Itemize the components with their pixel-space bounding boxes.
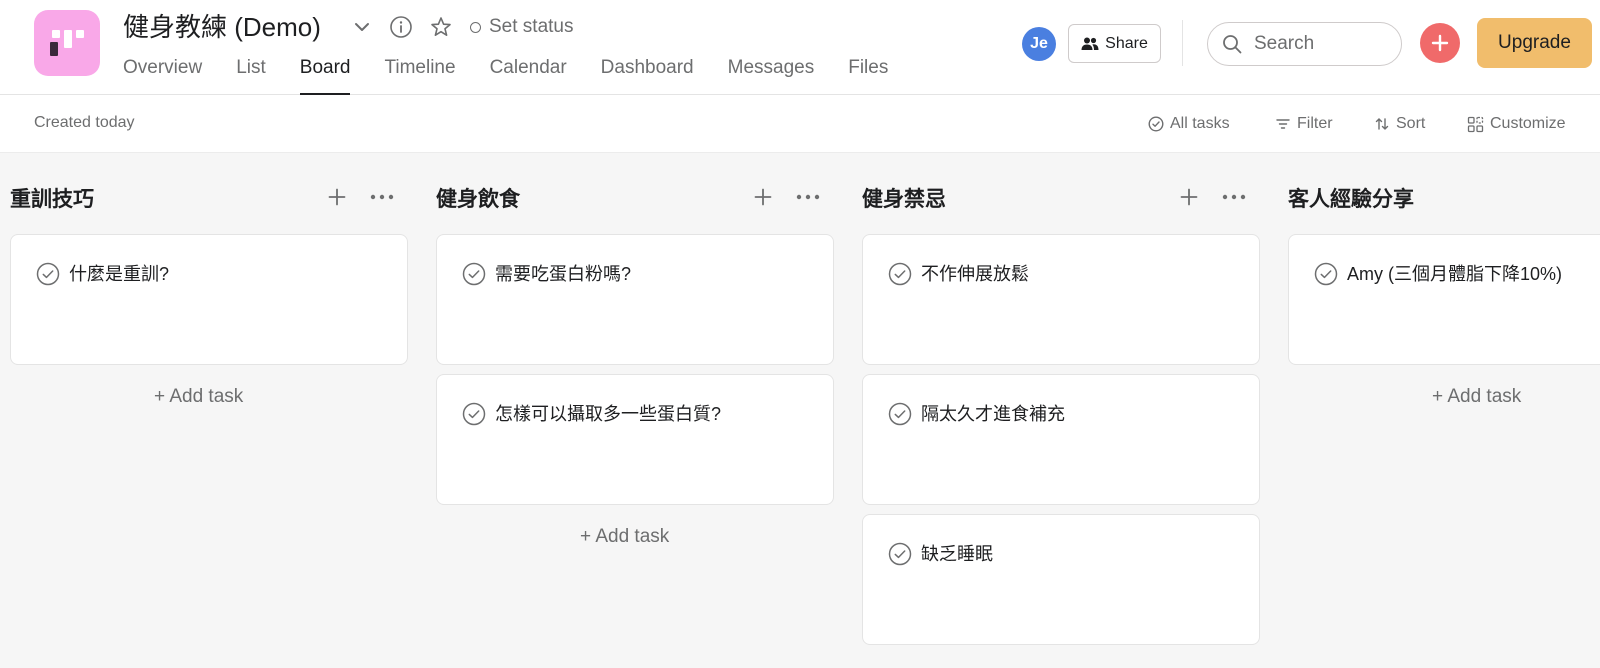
people-icon <box>1081 36 1099 52</box>
task-name: 需要吃蛋白粉嗎? <box>495 264 632 284</box>
task-name: 怎樣可以攝取多一些蛋白質? <box>495 404 722 424</box>
star-icon[interactable] <box>428 14 454 40</box>
share-label: Share <box>1105 34 1148 52</box>
tab-files[interactable]: Files <box>848 54 888 95</box>
sort-button[interactable]: Sort <box>1374 113 1425 135</box>
tab-messages[interactable]: Messages <box>728 54 815 95</box>
filter-icon <box>1275 116 1291 132</box>
add-task-plus-icon[interactable] <box>1178 186 1200 208</box>
task-name: 隔太久才進食補充 <box>921 404 1065 424</box>
column-title[interactable]: 健身禁忌 <box>862 183 946 213</box>
top-header: 健身教練 (Demo) Set status Overview List Boa… <box>0 0 1600 95</box>
customize-icon <box>1467 116 1484 133</box>
tab-dashboard[interactable]: Dashboard <box>601 54 694 95</box>
tab-board[interactable]: Board <box>299 54 350 95</box>
customize-label: Customize <box>1490 115 1566 132</box>
customize-button[interactable]: Customize <box>1467 113 1566 135</box>
board-view: 重訓技巧 什麼是重訓? + Add task 健身飲食 需要吃蛋白粉嗎? 怎樣可… <box>0 153 1600 668</box>
more-options-icon[interactable] <box>368 186 396 208</box>
info-icon[interactable] <box>388 14 414 40</box>
add-task-button[interactable]: + Add task <box>154 384 243 410</box>
task-card[interactable]: 不作伸展放鬆 <box>862 234 1260 365</box>
task-card[interactable]: 隔太久才進食補充 <box>862 374 1260 505</box>
view-toolbar: Created today All tasks Filter Sort Cust… <box>0 95 1600 153</box>
column-title[interactable]: 客人經驗分享 <box>1288 183 1414 213</box>
avatar[interactable]: Je <box>1022 27 1056 61</box>
complete-check-icon[interactable] <box>888 262 912 286</box>
column-title[interactable]: 健身飲食 <box>436 183 520 213</box>
filter-button[interactable]: Filter <box>1275 113 1333 135</box>
tab-calendar[interactable]: Calendar <box>490 54 567 95</box>
task-name: Amy (三個月體脂下降10%) <box>1347 264 1563 284</box>
board-column: 健身飲食 需要吃蛋白粉嗎? 怎樣可以攝取多一些蛋白質? + Add task <box>436 153 834 668</box>
tab-timeline[interactable]: Timeline <box>384 54 455 95</box>
filter-label: Filter <box>1297 115 1333 132</box>
create-button[interactable] <box>1420 23 1460 63</box>
complete-check-icon[interactable] <box>462 262 486 286</box>
more-options-icon[interactable] <box>1220 186 1248 208</box>
project-title[interactable]: 健身教練 (Demo) <box>123 8 321 46</box>
created-text: Created today <box>34 114 135 131</box>
task-name: 不作伸展放鬆 <box>921 264 1029 284</box>
task-name: 什麼是重訓? <box>69 264 170 284</box>
plus-icon <box>1431 34 1449 52</box>
project-icon[interactable] <box>34 10 100 76</box>
task-card[interactable]: 需要吃蛋白粉嗎? <box>436 234 834 365</box>
sort-icon <box>1374 116 1390 132</box>
circle-icon <box>470 21 481 33</box>
board-column: 客人經驗分享 Amy (三個月體脂下降10%) + Add task <box>1288 153 1600 668</box>
sort-label: Sort <box>1396 115 1426 132</box>
board-column: 健身禁忌 不作伸展放鬆 隔太久才進食補充 缺乏睡眠 <box>862 153 1260 668</box>
project-tabs: Overview List Board Timeline Calendar Da… <box>123 54 922 95</box>
all-tasks-label: All tasks <box>1170 115 1230 132</box>
column-title[interactable]: 重訓技巧 <box>10 183 94 213</box>
add-task-plus-icon[interactable] <box>326 186 348 208</box>
search-placeholder: Search <box>1254 33 1315 54</box>
complete-check-icon[interactable] <box>888 542 912 566</box>
task-name: 缺乏睡眠 <box>921 544 993 564</box>
chevron-down-icon[interactable] <box>349 14 375 40</box>
set-status-button[interactable]: Set status <box>470 14 574 40</box>
complete-check-icon[interactable] <box>1314 262 1338 286</box>
task-card[interactable]: Amy (三個月體脂下降10%) <box>1288 234 1600 365</box>
upgrade-button[interactable]: Upgrade <box>1477 18 1592 68</box>
set-status-label: Set status <box>489 16 574 37</box>
all-tasks-button[interactable]: All tasks <box>1148 113 1230 135</box>
task-card[interactable]: 缺乏睡眠 <box>862 514 1260 645</box>
divider <box>1182 20 1183 66</box>
tab-list[interactable]: List <box>236 54 266 95</box>
add-task-plus-icon[interactable] <box>752 186 774 208</box>
complete-check-icon[interactable] <box>888 402 912 426</box>
tab-overview[interactable]: Overview <box>123 54 202 95</box>
check-circle-icon <box>1148 116 1164 132</box>
complete-check-icon[interactable] <box>36 262 60 286</box>
task-card[interactable]: 什麼是重訓? <box>10 234 408 365</box>
add-task-button[interactable]: + Add task <box>580 524 669 550</box>
share-button[interactable]: Share <box>1068 24 1161 63</box>
more-options-icon[interactable] <box>794 186 822 208</box>
task-card[interactable]: 怎樣可以攝取多一些蛋白質? <box>436 374 834 505</box>
board-column: 重訓技巧 什麼是重訓? + Add task <box>10 153 408 668</box>
search-input[interactable]: Search <box>1207 22 1402 66</box>
search-icon <box>1222 34 1242 54</box>
complete-check-icon[interactable] <box>462 402 486 426</box>
add-task-button[interactable]: + Add task <box>1432 384 1521 410</box>
